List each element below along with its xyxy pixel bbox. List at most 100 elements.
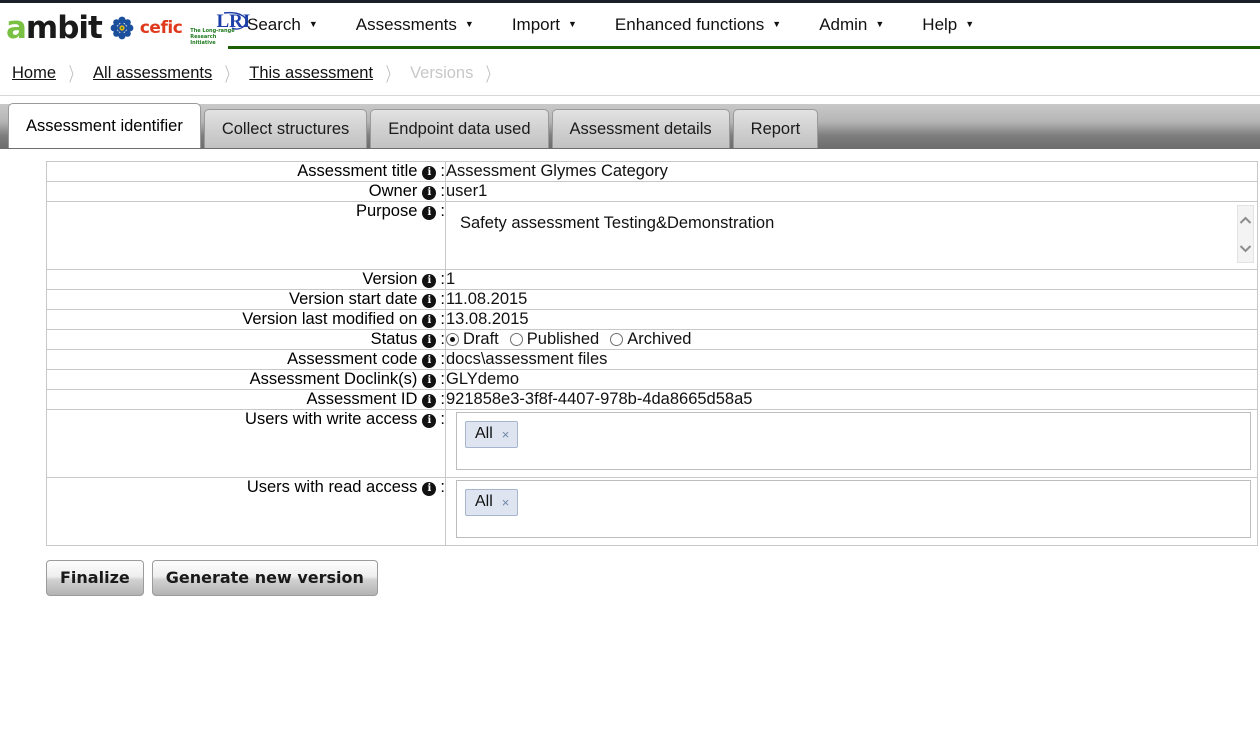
field-label: Assessment code — [287, 350, 418, 368]
value-assessment-id: 921858e3-3f8f-4407-978b-4da8665d58a5 — [445, 389, 1258, 410]
tag-label: All — [475, 493, 493, 510]
remove-tag-icon[interactable]: × — [502, 427, 510, 442]
label-colon: : — [440, 478, 445, 496]
nav-item-admin[interactable]: Admin ▼ — [800, 4, 903, 46]
radio-option-archived[interactable]: Archived — [610, 330, 691, 349]
radio-draft[interactable] — [446, 333, 459, 346]
chevron-down-icon: ▼ — [965, 19, 975, 29]
info-icon[interactable]: i — [422, 354, 437, 368]
field-label: Purpose — [355, 202, 418, 220]
tag-all-write[interactable]: All × — [465, 421, 519, 448]
label-assessment-code: Assessment code i: — [46, 349, 446, 370]
brand-logo[interactable]: ambit cefic LRI The Long-range Research — [6, 7, 252, 49]
radio-archived[interactable] — [610, 333, 624, 346]
breadcrumb-separator-icon: 〉 — [225, 65, 237, 86]
read-access-tag-input[interactable]: All × — [456, 480, 1251, 538]
label-users-read-access: Users with read access i: — [46, 477, 446, 546]
label-version-start-date: Version start date i: — [46, 289, 446, 310]
table-row: Status i: Draft Published Archived — [46, 329, 1258, 350]
tab-assessment-identifier[interactable]: Assessment identifier — [8, 103, 201, 148]
label-assessment-title: Assessment title i: — [46, 161, 446, 182]
table-row: Assessment Doclink(s) i: GLYdemo — [46, 369, 1258, 390]
label-colon: : — [440, 350, 445, 368]
tab-bar: Assessment identifier Collect structures… — [0, 103, 1260, 149]
info-icon[interactable]: i — [422, 294, 437, 308]
nav-item-import[interactable]: Import ▼ — [493, 4, 596, 46]
radio-option-published[interactable]: Published — [509, 330, 599, 349]
breadcrumb-item-all-assessments[interactable]: All assessments — [93, 64, 212, 83]
generate-new-version-button[interactable]: Generate new version — [151, 560, 378, 596]
nav-label: Import — [511, 14, 560, 34]
nav-item-search[interactable]: Search ▼ — [228, 4, 337, 46]
tab-collect-structures[interactable]: Collect structures — [203, 109, 368, 148]
label-assessment-id: Assessment ID i: — [46, 389, 446, 410]
info-icon[interactable]: i — [422, 482, 437, 496]
nav-label: Admin — [819, 14, 868, 34]
breadcrumb-item-this-assessment[interactable]: This assessment — [249, 64, 373, 83]
field-label: Owner — [368, 182, 418, 200]
tag-all-read[interactable]: All × — [465, 489, 519, 516]
info-icon[interactable]: i — [422, 374, 437, 388]
label-colon: : — [440, 310, 445, 328]
nav-item-enhanced-functions[interactable]: Enhanced functions ▼ — [596, 4, 800, 46]
remove-tag-icon[interactable]: × — [502, 495, 510, 510]
nav-label: Help — [922, 14, 958, 34]
value-purpose-container: Safety assessment Testing&Demonstration — [445, 201, 1258, 270]
breadcrumb-separator-icon: 〉 — [385, 65, 398, 86]
radio-label-archived: Archived — [627, 330, 692, 348]
label-owner: Owner i: — [46, 181, 446, 202]
table-row: Owner i: user1 — [46, 181, 1258, 202]
label-colon: : — [440, 370, 445, 388]
finalize-button[interactable]: Finalize — [46, 560, 144, 596]
chevron-down-icon[interactable] — [1239, 244, 1252, 253]
tab-assessment-details[interactable]: Assessment details — [551, 109, 730, 148]
cefic-wordmark: cefic — [139, 18, 183, 38]
field-label: Version last modified on — [242, 310, 418, 328]
label-colon: : — [440, 330, 445, 348]
field-label: Assessment title — [297, 162, 418, 180]
label-colon: : — [440, 162, 445, 180]
chevron-down-icon: ▼ — [568, 19, 577, 29]
breadcrumb-separator-icon: 〉 — [486, 65, 498, 86]
radio-published[interactable] — [509, 333, 523, 346]
info-icon[interactable]: i — [422, 166, 437, 180]
assessment-identifier-form: Assessment title i: Assessment Glymes Cat… — [0, 149, 1260, 546]
tab-endpoint-data-used[interactable]: Endpoint data used — [370, 109, 549, 148]
value-purpose[interactable]: Safety assessment Testing&Demonstration — [460, 214, 774, 232]
tab-report[interactable]: Report — [732, 109, 819, 148]
info-icon[interactable]: i — [422, 334, 437, 348]
chevron-down-icon: ▼ — [772, 19, 782, 29]
radio-option-draft[interactable]: Draft — [446, 330, 499, 349]
value-assessment-doclinks[interactable]: GLYdemo — [445, 369, 1258, 390]
info-icon[interactable]: i — [422, 394, 437, 408]
info-icon[interactable]: i — [422, 414, 437, 428]
field-label: Users with read access — [246, 478, 418, 496]
chevron-up-icon[interactable] — [1239, 216, 1252, 225]
breadcrumb-item-home[interactable]: Home — [12, 64, 56, 83]
value-assessment-code[interactable]: docs\assessment files — [445, 349, 1258, 370]
info-icon[interactable]: i — [422, 314, 437, 328]
label-users-write-access: Users with write access i: — [46, 409, 446, 478]
label-purpose: Purpose i: — [46, 201, 446, 270]
field-label: Users with write access — [245, 410, 418, 428]
info-icon[interactable]: i — [422, 186, 437, 200]
nav-item-help[interactable]: Help ▼ — [903, 4, 993, 46]
field-label: Version — [362, 270, 418, 288]
label-status: Status i: — [46, 329, 446, 350]
main-navigation: Search ▼ Assessments ▼ Import ▼ Enhanced… — [228, 3, 1260, 49]
status-radio-group: Draft Published Archived — [446, 330, 1257, 349]
nav-label: Enhanced functions — [614, 14, 765, 34]
write-access-tag-input[interactable]: All × — [456, 412, 1251, 470]
purpose-scrollbar[interactable] — [1237, 205, 1254, 263]
label-colon: : — [440, 290, 445, 308]
value-owner[interactable]: user1 — [445, 181, 1258, 202]
nav-item-assessments[interactable]: Assessments ▼ — [337, 4, 493, 46]
info-icon[interactable]: i — [422, 274, 437, 288]
tag-label: All — [475, 425, 493, 442]
field-label: Version start date — [288, 290, 418, 308]
value-assessment-title[interactable]: Assessment Glymes Category — [445, 161, 1258, 182]
table-row: Assessment title i: Assessment Glymes Cat… — [46, 161, 1258, 182]
value-version: 1 — [445, 269, 1258, 290]
info-icon[interactable]: i — [422, 206, 437, 220]
table-row: Users with write access i: All × — [46, 409, 1258, 478]
